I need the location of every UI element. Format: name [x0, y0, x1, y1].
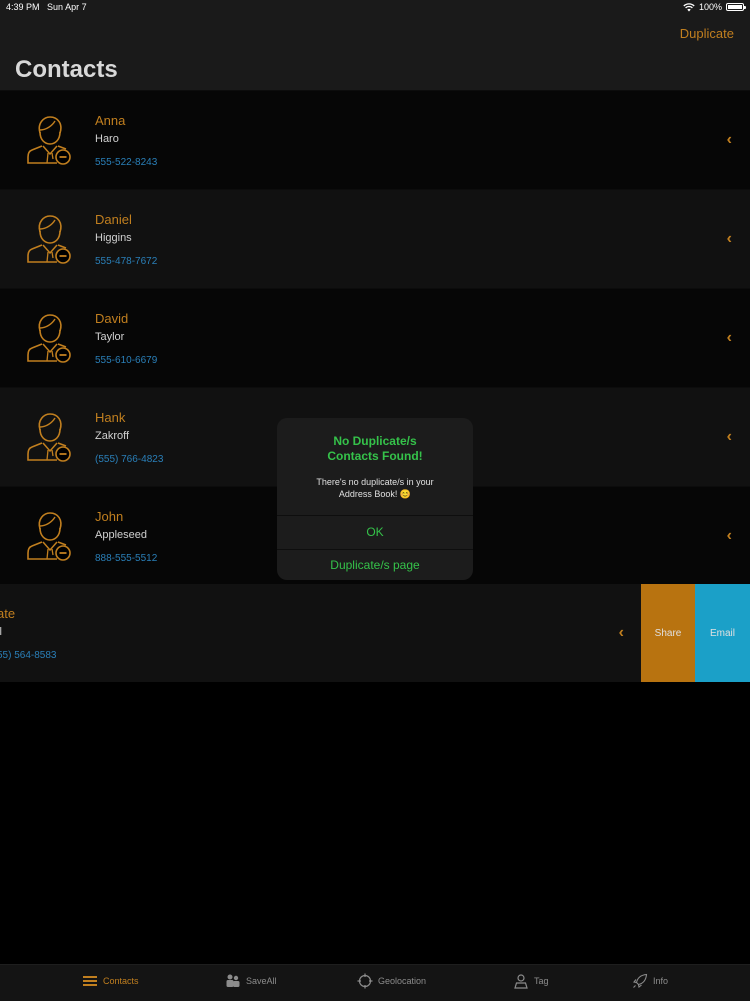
contact-avatar-icon: [27, 116, 71, 165]
crosshair-icon: [357, 973, 373, 989]
contact-last-name: Taylor: [95, 331, 125, 343]
contact-phone[interactable]: (555) 766-4823: [95, 454, 163, 465]
status-time: 4:39 PM Sun Apr 7: [6, 2, 87, 12]
dialog-divider: [277, 549, 473, 550]
tab-contacts[interactable]: Contacts: [82, 973, 139, 989]
dialog-message: There's no duplicate/s in your Address B…: [316, 477, 434, 499]
share-button[interactable]: Share: [641, 584, 695, 682]
contact-first-name: David: [95, 311, 129, 326]
contact-first-name: Anna: [95, 113, 126, 128]
tab-label: Tag: [534, 976, 549, 986]
rocket-icon: [633, 973, 648, 988]
contact-phone[interactable]: 555-522-8243: [95, 157, 157, 168]
contact-first-name: ate: [0, 606, 16, 621]
contact-avatar-icon: [27, 314, 71, 363]
contact-first-name: John: [95, 509, 124, 524]
dialog-divider: [277, 515, 473, 516]
chevron-left-icon[interactable]: ‹: [727, 230, 732, 248]
tab-bar: Contacts SaveAll Geolocation Tag Info: [0, 964, 750, 1001]
chevron-left-icon[interactable]: ‹: [727, 329, 732, 347]
tab-info[interactable]: Info: [632, 973, 668, 989]
ok-button[interactable]: OK: [277, 525, 473, 539]
contact-avatar-icon: [27, 413, 71, 462]
tag-person-icon: [514, 974, 528, 989]
contact-last-name: Haro: [95, 133, 119, 145]
contact-phone[interactable]: 555-478-7672: [95, 256, 157, 267]
contact-phone[interactable]: 55) 564-8583: [0, 650, 57, 661]
contact-phone[interactable]: 555-610-6679: [95, 355, 157, 366]
swiped-contact-row[interactable]: ate ll 55) 564-8583 ‹ Share Email: [0, 584, 750, 682]
contact-row[interactable]: Daniel Higgins 555-478-7672 ‹: [0, 189, 750, 288]
battery-percent: 100%: [698, 2, 722, 12]
status-bar: 4:39 PM Sun Apr 7 100%: [0, 0, 750, 16]
contact-row[interactable]: David Taylor 555-610-6679 ‹: [0, 288, 750, 387]
tab-tag[interactable]: Tag: [513, 973, 549, 989]
duplicates-page-button[interactable]: Duplicate/s page: [277, 558, 473, 572]
contact-last-name: ll: [0, 626, 57, 638]
dialog-title: No Duplicate/s Contacts Found!: [327, 434, 423, 463]
chevron-left-icon[interactable]: ‹: [727, 527, 732, 545]
contact-last-name: Higgins: [95, 232, 132, 244]
page-title: Contacts: [15, 56, 118, 83]
duplicate-button[interactable]: Duplicate: [680, 26, 734, 41]
tab-label: SaveAll: [246, 976, 277, 986]
tab-label: Contacts: [103, 976, 139, 986]
contact-avatar-icon: [27, 215, 71, 264]
chevron-left-icon[interactable]: ‹: [727, 131, 732, 149]
navigation-bar: Duplicate Contacts: [0, 16, 750, 90]
battery-icon: [726, 3, 746, 11]
contact-row[interactable]: Anna Haro 555-522-8243 ‹: [0, 90, 750, 189]
contact-first-name: Daniel: [95, 212, 132, 227]
email-button[interactable]: Email: [695, 584, 750, 682]
contact-phone[interactable]: 888-555-5512: [95, 553, 157, 564]
contact-last-name: Appleseed: [95, 529, 147, 541]
chevron-left-icon[interactable]: ‹: [727, 428, 732, 446]
tab-label: Geolocation: [378, 976, 427, 986]
tab-label: Info: [653, 976, 669, 986]
chevron-left-icon[interactable]: ‹: [619, 624, 624, 642]
contact-first-name: Hank: [95, 410, 126, 425]
contact-avatar-icon: [27, 512, 71, 561]
list-icon: [83, 976, 97, 986]
wifi-icon: [683, 2, 695, 11]
people-icon: [226, 974, 240, 987]
tab-geolocation[interactable]: Geolocation: [357, 973, 426, 989]
tab-saveall[interactable]: SaveAll: [225, 973, 277, 989]
no-duplicates-dialog: No Duplicate/s Contacts Found! There's n…: [277, 418, 473, 580]
contact-last-name: Zakroff: [95, 430, 130, 442]
